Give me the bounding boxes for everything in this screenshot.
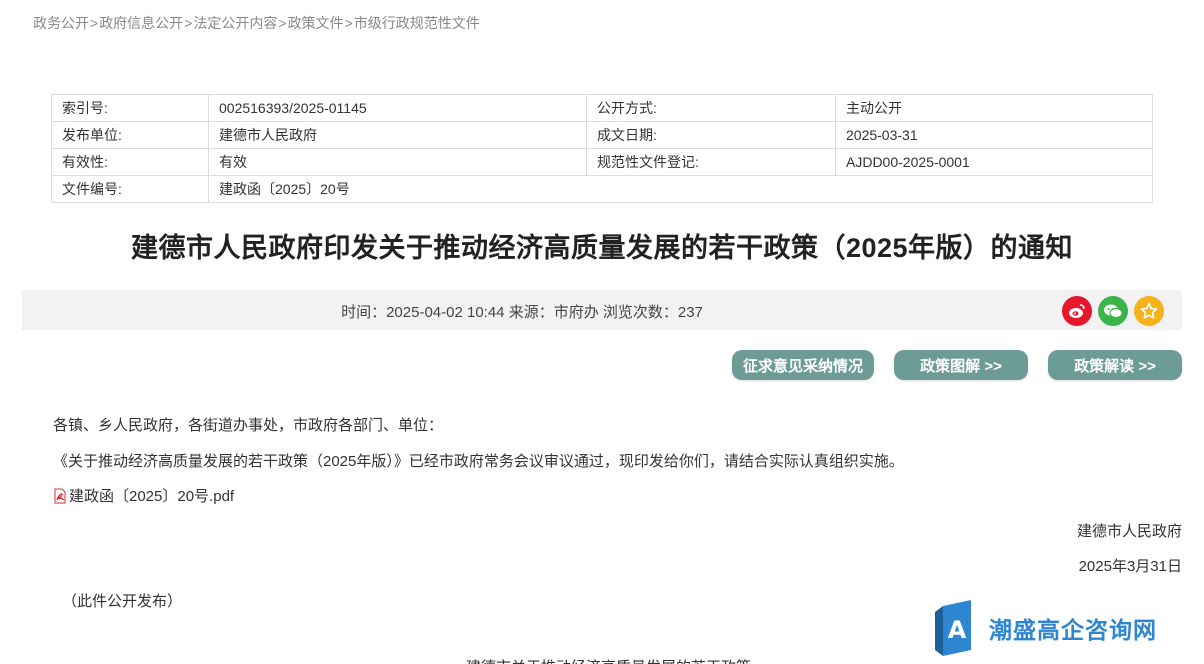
table-row: 发布单位: 建德市人民政府 成文日期: 2025-03-31 [51,121,1153,149]
watermark: A 潮盛高企咨询网 [935,600,1157,656]
breadcrumb-separator: > [184,15,193,31]
salutation-text: 各镇、乡人民政府，各街道办事处，市政府各部门、单位： [53,417,444,434]
written-date-value: 2025-03-31 [835,121,1153,149]
feedback-adoption-button[interactable]: 征求意见采纳情况 [732,350,874,380]
page-title: 建德市人民政府印发关于推动经济高质量发展的若干政策（2025年版）的通知 [130,233,1074,263]
validity-value: 有效 [208,148,587,176]
attachment-filename[interactable]: 建政函〔2025〕20号.pdf [69,485,234,506]
weibo-share-icon[interactable] [1062,296,1092,326]
table-row: 文件编号: 建政函〔2025〕20号 [51,175,1153,203]
index-value: 002516393/2025-01145 [208,94,587,122]
breadcrumb-separator: > [90,15,99,31]
pdf-icon [53,488,67,504]
breadcrumb-item-gov-affairs[interactable]: 政务公开 [33,15,89,31]
attachment-link[interactable]: 建政函〔2025〕20号.pdf [53,485,234,506]
watermark-logo-icon: A [935,600,971,656]
publication-note: （此件公开发布） [62,593,183,610]
breadcrumb: 政务公开>政府信息公开>法定公开内容>政策文件>市级行政规范性文件 [33,13,480,33]
registration-label: 规范性文件登记: [586,148,836,176]
breadcrumb-item-info-disclosure[interactable]: 政府信息公开 [99,15,183,31]
policy-interpretation-button[interactable]: 政策解读 >> [1048,350,1182,380]
open-mode-label: 公开方式: [586,94,836,122]
breadcrumb-item-statutory-content[interactable]: 法定公开内容 [193,15,277,31]
open-mode-value: 主动公开 [835,94,1153,122]
index-label: 索引号: [51,94,209,122]
policy-graphic-button[interactable]: 政策图解 >> [894,350,1028,380]
article-info-bar: 时间：2025-04-02 10:44 来源：市府办 浏览次数：237 [22,290,1182,330]
doc-number-label: 文件编号: [51,175,209,203]
registration-value: AJDD00-2025-0001 [835,148,1153,176]
article-info-text: 时间：2025-04-02 10:44 来源：市府办 浏览次数：237 [341,304,703,321]
doc-number-value: 建政函〔2025〕20号 [208,175,1153,203]
breadcrumb-separator: > [278,15,287,31]
signature-date: 2025年3月31日 [1078,558,1182,575]
publisher-value: 建德市人民政府 [208,121,587,149]
watermark-logo-letter: A [948,616,967,644]
document-meta-table: 索引号: 002516393/2025-01145 公开方式: 主动公开 发布单… [51,94,1153,203]
breadcrumb-separator: > [344,15,353,31]
written-date-label: 成文日期: [586,121,836,149]
validity-label: 有效性: [51,148,209,176]
watermark-text: 潮盛高企咨询网 [989,617,1157,644]
signature-text: 建德市人民政府 [1076,523,1182,540]
favorite-star-icon[interactable] [1134,296,1164,326]
publisher-label: 发布单位: [51,121,209,149]
body-paragraph: 《关于推动经济高质量发展的若干政策（2025年版）》已经市政府常务会议审议通过，… [53,453,904,470]
table-row: 索引号: 002516393/2025-01145 公开方式: 主动公开 [51,94,1153,122]
breadcrumb-item-normative-docs[interactable]: 市级行政规范性文件 [354,15,480,31]
breadcrumb-item-policy-docs[interactable]: 政策文件 [288,15,344,31]
section-heading: 建德市关于推动经济高质量发展的若干政策 [466,656,751,664]
table-row: 有效性: 有效 规范性文件登记: AJDD00-2025-0001 [51,148,1153,176]
wechat-share-icon[interactable] [1098,296,1128,326]
